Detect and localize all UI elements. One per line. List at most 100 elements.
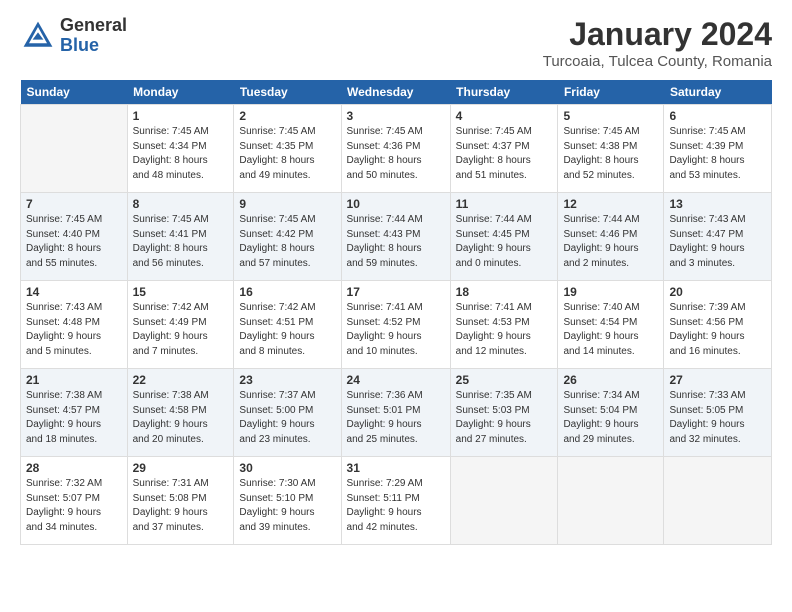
logo-blue: Blue [60,36,127,56]
day-number: 9 [239,197,335,211]
calendar-cell: 3 Sunrise: 7:45 AMSunset: 4:36 PMDaylight… [341,105,450,193]
day-number: 18 [456,285,553,299]
day-number: 7 [26,197,122,211]
day-number: 26 [563,373,658,387]
day-number: 8 [133,197,229,211]
calendar-cell: 23 Sunrise: 7:37 AMSunset: 5:00 PMDayligh… [234,369,341,457]
day-info: Sunrise: 7:45 AMSunset: 4:42 PMDaylight:… [239,213,335,271]
day-header-wednesday: Wednesday [341,80,450,105]
calendar-cell: 8 Sunrise: 7:45 AMSunset: 4:41 PMDaylight… [127,193,234,281]
day-info: Sunrise: 7:42 AMSunset: 4:51 PMDaylight:… [239,301,335,359]
day-number: 2 [239,109,335,123]
calendar-cell: 31Sunrise: 7:29 AMSunset: 5:11 PMDayligh… [341,457,450,545]
day-info: Sunrise: 7:45 AMSunset: 4:39 PMDaylight:… [669,125,766,183]
calendar-cell [450,457,558,545]
day-info: Sunrise: 7:41 AMSunset: 4:53 PMDaylight:… [456,301,553,359]
calendar-week-row: 7 Sunrise: 7:45 AMSunset: 4:40 PMDaylight… [21,193,772,281]
day-number: 11 [456,197,553,211]
day-number: 17 [347,285,445,299]
calendar-cell [21,105,128,193]
calendar-cell: 16 Sunrise: 7:42 AMSunset: 4:51 PMDayligh… [234,281,341,369]
day-info: Sunrise: 7:30 AMSunset: 5:10 PMDaylight:… [239,477,335,535]
day-number: 6 [669,109,766,123]
calendar-cell: 29 Sunrise: 7:31 AMSunset: 5:08 PMDayligh… [127,457,234,545]
logo-text: General Blue [60,16,127,56]
day-info: Sunrise: 7:40 AMSunset: 4:54 PMDaylight:… [563,301,658,359]
logo-icon [20,18,56,54]
day-number: 14 [26,285,122,299]
day-header-monday: Monday [127,80,234,105]
day-info: Sunrise: 7:35 AMSunset: 5:03 PMDaylight:… [456,389,553,447]
day-info: Sunrise: 7:33 AMSunset: 5:05 PMDaylight:… [669,389,766,447]
logo-general: General [60,16,127,36]
day-info: Sunrise: 7:45 AMSunset: 4:36 PMDaylight:… [347,125,445,183]
day-number: 27 [669,373,766,387]
calendar-cell: 24Sunrise: 7:36 AMSunset: 5:01 PMDayligh… [341,369,450,457]
day-number: 22 [133,373,229,387]
day-info: Sunrise: 7:44 AMSunset: 4:46 PMDaylight:… [563,213,658,271]
day-header-sunday: Sunday [21,80,128,105]
day-info: Sunrise: 7:39 AMSunset: 4:56 PMDaylight:… [669,301,766,359]
day-number: 12 [563,197,658,211]
day-info: Sunrise: 7:34 AMSunset: 5:04 PMDaylight:… [563,389,658,447]
calendar-cell: 5 Sunrise: 7:45 AMSunset: 4:38 PMDaylight… [558,105,664,193]
calendar-cell: 19Sunrise: 7:40 AMSunset: 4:54 PMDayligh… [558,281,664,369]
day-number: 24 [347,373,445,387]
day-number: 23 [239,373,335,387]
calendar-table: SundayMondayTuesdayWednesdayThursdayFrid… [20,80,772,545]
calendar-week-row: 1Sunrise: 7:45 AMSunset: 4:34 PMDaylight… [21,105,772,193]
calendar-header-row: SundayMondayTuesdayWednesdayThursdayFrid… [21,80,772,105]
day-number: 30 [239,461,335,475]
day-info: Sunrise: 7:44 AMSunset: 4:43 PMDaylight:… [347,213,445,271]
day-number: 15 [133,285,229,299]
calendar-cell: 26 Sunrise: 7:34 AMSunset: 5:04 PMDayligh… [558,369,664,457]
month-title: January 2024 [543,16,772,53]
day-info: Sunrise: 7:45 AMSunset: 4:40 PMDaylight:… [26,213,122,271]
day-info: Sunrise: 7:31 AMSunset: 5:08 PMDaylight:… [133,477,229,535]
day-number: 3 [347,109,445,123]
day-header-thursday: Thursday [450,80,558,105]
day-info: Sunrise: 7:45 AMSunset: 4:41 PMDaylight:… [133,213,229,271]
calendar-cell: 17 Sunrise: 7:41 AMSunset: 4:52 PMDayligh… [341,281,450,369]
day-number: 20 [669,285,766,299]
subtitle: Turcoaia, Tulcea County, Romania [543,53,772,70]
day-info: Sunrise: 7:41 AMSunset: 4:52 PMDaylight:… [347,301,445,359]
calendar-cell: 2 Sunrise: 7:45 AMSunset: 4:35 PMDaylight… [234,105,341,193]
day-info: Sunrise: 7:42 AMSunset: 4:49 PMDaylight:… [133,301,229,359]
calendar-cell: 12 Sunrise: 7:44 AMSunset: 4:46 PMDayligh… [558,193,664,281]
calendar-cell: 1Sunrise: 7:45 AMSunset: 4:34 PMDaylight… [127,105,234,193]
calendar-cell: 11Sunrise: 7:44 AMSunset: 4:45 PMDayligh… [450,193,558,281]
day-number: 4 [456,109,553,123]
day-header-tuesday: Tuesday [234,80,341,105]
calendar-cell: 28 Sunrise: 7:32 AMSunset: 5:07 PMDayligh… [21,457,128,545]
calendar-cell: 25 Sunrise: 7:35 AMSunset: 5:03 PMDayligh… [450,369,558,457]
day-info: Sunrise: 7:43 AMSunset: 4:47 PMDaylight:… [669,213,766,271]
logo: General Blue [20,16,127,56]
day-info: Sunrise: 7:32 AMSunset: 5:07 PMDaylight:… [26,477,122,535]
day-info: Sunrise: 7:38 AMSunset: 4:58 PMDaylight:… [133,389,229,447]
day-number: 25 [456,373,553,387]
page-header: General Blue January 2024 Turcoaia, Tulc… [20,16,772,70]
day-number: 16 [239,285,335,299]
day-number: 5 [563,109,658,123]
day-number: 21 [26,373,122,387]
day-header-saturday: Saturday [664,80,772,105]
calendar-cell: 6 Sunrise: 7:45 AMSunset: 4:39 PMDaylight… [664,105,772,193]
calendar-cell: 10 Sunrise: 7:44 AMSunset: 4:43 PMDayligh… [341,193,450,281]
calendar-cell: 14Sunrise: 7:43 AMSunset: 4:48 PMDayligh… [21,281,128,369]
day-number: 29 [133,461,229,475]
day-info: Sunrise: 7:45 AMSunset: 4:38 PMDaylight:… [563,125,658,183]
day-header-friday: Friday [558,80,664,105]
day-number: 1 [133,109,229,123]
calendar-cell: 20 Sunrise: 7:39 AMSunset: 4:56 PMDayligh… [664,281,772,369]
calendar-week-row: 28 Sunrise: 7:32 AMSunset: 5:07 PMDayligh… [21,457,772,545]
day-info: Sunrise: 7:45 AMSunset: 4:35 PMDaylight:… [239,125,335,183]
calendar-week-row: 14Sunrise: 7:43 AMSunset: 4:48 PMDayligh… [21,281,772,369]
calendar-cell: 4Sunrise: 7:45 AMSunset: 4:37 PMDaylight… [450,105,558,193]
day-info: Sunrise: 7:37 AMSunset: 5:00 PMDaylight:… [239,389,335,447]
calendar-cell: 30 Sunrise: 7:30 AMSunset: 5:10 PMDayligh… [234,457,341,545]
day-number: 28 [26,461,122,475]
calendar-cell: 13 Sunrise: 7:43 AMSunset: 4:47 PMDayligh… [664,193,772,281]
day-number: 13 [669,197,766,211]
day-number: 10 [347,197,445,211]
